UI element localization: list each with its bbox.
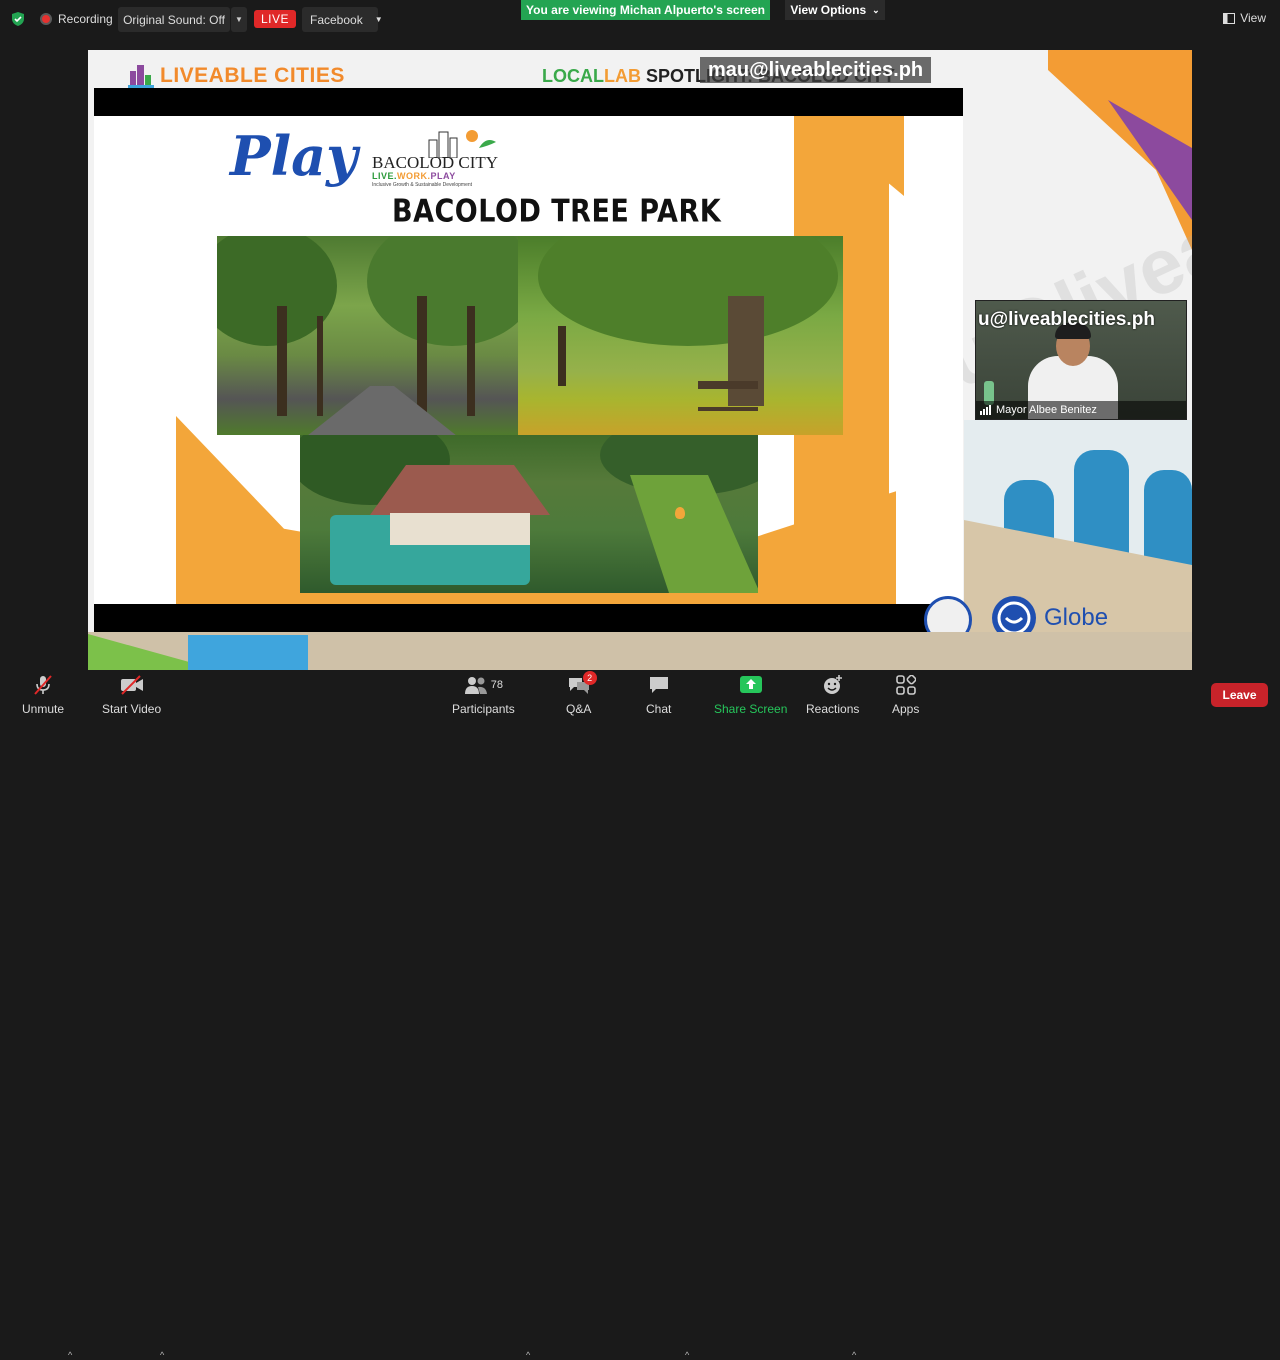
chevron-down-icon: ⌄ — [872, 4, 880, 15]
participant-name: Mayor Albee Benitez — [996, 404, 1097, 416]
slide-title: BACOLOD TREE PARK — [392, 193, 722, 230]
share-screen-label: Share Screen — [714, 702, 788, 716]
chat-options-caret-icon[interactable]: ^ — [685, 1350, 689, 1360]
locallab-lab: LAB — [604, 66, 641, 86]
muted-microphone-icon — [31, 674, 55, 696]
start-video-label: Start Video — [102, 702, 162, 716]
facebook-label: Facebook — [310, 12, 363, 27]
live-badge: LIVE — [254, 10, 296, 28]
view-label: View — [1240, 11, 1266, 25]
original-sound-button[interactable]: Original Sound: Off — [118, 7, 230, 32]
slogan-play: PLAY — [430, 171, 456, 181]
unmute-label: Unmute — [22, 702, 65, 716]
slogan-live: LIVE. — [372, 171, 398, 181]
reactions-icon — [821, 674, 845, 696]
locallab-local: LOCAL — [542, 66, 604, 86]
tree-avenue-photo — [217, 236, 518, 435]
recording-dot-icon — [40, 13, 52, 25]
park-bench-photo — [518, 236, 843, 435]
view-options-label: View Options — [790, 3, 867, 17]
qa-badge: 2 — [582, 671, 597, 685]
leave-button[interactable]: Leave — [1211, 683, 1268, 707]
shared-screen: mau@liveablecities.ph mau@liveablecities… — [88, 50, 1192, 670]
email-watermark: mau@liveablecities.ph — [700, 57, 932, 83]
facebook-stream-dropdown[interactable]: Facebook ▼ — [302, 7, 383, 32]
chat-label: Chat — [646, 702, 672, 716]
apps-label: Apps — [892, 702, 920, 716]
recording-indicator[interactable]: Recording — [40, 10, 113, 28]
view-options-button[interactable]: View Options ⌄ — [785, 0, 885, 20]
qa-button[interactable]: 2 Q&A — [566, 671, 597, 716]
presentation-slide: Play BACOLOD CITY LIVE.WORK.PLAY Inclusi… — [94, 88, 963, 632]
participants-count: 78 — [490, 679, 503, 691]
unmute-button[interactable]: Unmute — [22, 674, 64, 716]
globe-text: Globe — [1044, 604, 1109, 631]
chat-icon — [647, 674, 671, 696]
reactions-label: Reactions — [806, 702, 860, 716]
caret-down-icon: ▼ — [235, 15, 243, 24]
video-off-icon — [120, 674, 144, 696]
participants-label: Participants — [452, 702, 515, 716]
slide-content: Play BACOLOD CITY LIVE.WORK.PLAY Inclusi… — [94, 116, 963, 604]
slogan-work: WORK. — [397, 171, 431, 181]
tile-watermark: u@liveablecities.ph — [978, 309, 1155, 330]
view-layout-button[interactable]: View — [1223, 11, 1266, 25]
participant-name-label: Mayor Albee Benitez — [976, 401, 1186, 419]
participants-button[interactable]: 78 Participants — [452, 674, 515, 716]
original-sound-dropdown[interactable]: ▼ — [231, 7, 247, 32]
qa-label: Q&A — [566, 702, 592, 716]
audio-options-caret-icon[interactable]: ^ — [68, 1350, 72, 1360]
meeting-top-bar: Recording Original Sound: Off ▼ LIVE Fac… — [0, 0, 1280, 40]
viewing-screen-banner: You are viewing Michan Alpuerto's screen — [521, 0, 770, 20]
recording-label: Recording — [58, 12, 113, 26]
signal-strength-icon — [980, 405, 991, 415]
city-building-icon — [128, 65, 154, 89]
live-work-play-slogan: LIVE.WORK.PLAY — [372, 171, 456, 181]
video-options-caret-icon[interactable]: ^ — [160, 1350, 164, 1360]
chat-button[interactable]: Chat — [646, 674, 671, 716]
caret-down-icon: ▼ — [374, 15, 383, 24]
play-heading: Play — [230, 124, 358, 188]
city-tagline: Inclusive Growth & Sustainable Developme… — [372, 182, 473, 188]
participants-options-caret-icon[interactable]: ^ — [526, 1350, 530, 1360]
view-layout-icon — [1223, 12, 1236, 24]
bacolod-city-name: BACOLOD CITY — [372, 153, 499, 172]
apps-icon — [894, 674, 918, 696]
participants-icon: 78 — [458, 674, 508, 696]
share-screen-icon — [739, 674, 763, 696]
security-shield-icon[interactable] — [10, 11, 26, 27]
blue-decoration — [188, 635, 308, 670]
reactions-options-caret-icon[interactable]: ^ — [852, 1350, 856, 1360]
liveable-cities-text: LIVEABLE CITIES — [160, 64, 345, 87]
resort-pool-photo — [300, 435, 758, 593]
start-video-button[interactable]: Start Video — [102, 674, 161, 716]
qa-icon: 2 — [567, 671, 597, 696]
share-screen-button[interactable]: Share Screen — [714, 674, 787, 716]
meeting-controls-toolbar: Unmute ^ Start Video ^ 78 Participants ^… — [0, 670, 1280, 1360]
reactions-button[interactable]: Reactions — [806, 674, 859, 716]
liveable-cities-logo: LIVEABLE CITIES — [128, 62, 345, 90]
participant-video-tile[interactable]: u@liveablecities.ph Mayor Albee Benitez — [975, 300, 1187, 420]
apps-button[interactable]: Apps — [892, 674, 919, 716]
